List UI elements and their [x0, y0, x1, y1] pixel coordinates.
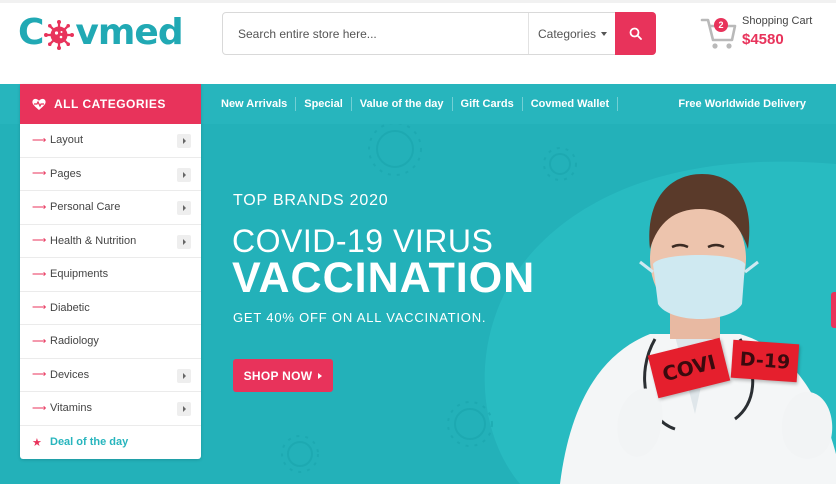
cart-label: Shopping Cart [742, 15, 813, 27]
category-label: Vitamins [50, 402, 92, 415]
deal-of-the-day-label: Deal of the day [50, 436, 129, 448]
hero-title-line2: VACCINATION [232, 254, 536, 302]
hero-subtitle: TOP BRANDS 2020 [233, 192, 389, 209]
categories-title: ALL CATEGORIES [54, 97, 166, 111]
category-label: Health & Nutrition [50, 234, 137, 247]
delivery-notice: Free Worldwide Delivery [678, 98, 806, 110]
virus-icon [44, 18, 75, 50]
category-item-layout[interactable]: ⟶ Layout [20, 124, 201, 158]
hero-offer: GET 40% OFF ON ALL VACCINATION. [233, 310, 487, 325]
category-item-diabetic[interactable]: ⟶ Diabetic [20, 292, 201, 325]
category-select[interactable]: Categories [528, 13, 616, 54]
covid-sign-right-text: D-19 [739, 348, 791, 374]
category-label: Radiology [50, 335, 99, 348]
category-label: Diabetic [50, 301, 90, 314]
page: C vmed Search entire store here... Categ… [0, 0, 836, 484]
chevron-right-icon[interactable] [177, 234, 191, 249]
category-label: Equipments [50, 268, 109, 281]
arrow-right-icon: ⟶ [32, 201, 47, 213]
chevron-right-icon[interactable] [177, 134, 191, 148]
search-button[interactable] [615, 12, 656, 55]
arrow-right-icon: ⟶ [32, 235, 47, 247]
top-border [0, 0, 836, 3]
site-header: C vmed Search entire store here... Categ… [0, 0, 836, 84]
search-input[interactable] [223, 13, 528, 54]
covid-sign-left-text: COVI [659, 349, 719, 387]
star-icon: ★ [32, 436, 42, 449]
arrow-right-icon: ⟶ [32, 369, 47, 381]
category-item-devices[interactable]: ⟶ Devices [20, 359, 201, 392]
covid-sign-right: D-19 [730, 339, 800, 383]
categories-header[interactable]: ALL CATEGORIES [20, 84, 201, 124]
category-item-equipments[interactable]: ⟶ Equipments [20, 258, 201, 292]
chevron-right-icon[interactable] [177, 402, 191, 416]
nav-link-gift-cards[interactable]: Gift Cards [453, 97, 523, 111]
chevron-down-icon [601, 31, 608, 36]
category-select-label: Categories [537, 26, 597, 41]
logo-prefix: C [18, 11, 44, 53]
search-icon [629, 27, 642, 40]
chevron-right-icon[interactable] [177, 368, 191, 383]
arrow-right-icon: ⟶ [32, 268, 47, 280]
nav-link-value-of-the-day[interactable]: Value of the day [352, 97, 453, 111]
side-tab[interactable] [831, 292, 836, 328]
category-item-health-nutrition[interactable]: ⟶ Health & Nutrition [20, 225, 201, 258]
category-item-radiology[interactable]: ⟶ Radiology [20, 325, 201, 359]
heart-pulse-icon [32, 98, 46, 110]
arrow-right-icon: ⟶ [32, 402, 47, 414]
arrow-right-icon: ⟶ [32, 302, 47, 314]
cart-count-badge: 2 [714, 18, 728, 32]
chevron-right-icon[interactable] [177, 167, 191, 182]
arrow-right-icon: ⟶ [32, 168, 47, 180]
chevron-right-icon[interactable] [177, 201, 191, 215]
nav-link-special[interactable]: Special [296, 97, 352, 111]
shop-now-button[interactable]: SHOP NOW [233, 359, 333, 392]
category-item-pages[interactable]: ⟶ Pages [20, 158, 201, 191]
arrow-right-icon: ⟶ [32, 134, 47, 146]
category-item-vitamins[interactable]: ⟶ Vitamins [20, 392, 201, 426]
category-label: Devices [50, 368, 90, 381]
cart-total: $4580 [742, 31, 784, 48]
category-item-personal-care[interactable]: ⟶ Personal Care [20, 191, 201, 225]
arrow-right-icon: ⟶ [32, 335, 47, 347]
category-label: Personal Care [50, 201, 121, 214]
site-logo[interactable]: C vmed [18, 10, 184, 54]
deal-of-the-day-link[interactable]: ★ Deal of the day [20, 426, 201, 459]
categories-panel: ALL CATEGORIES ⟶ Layout ⟶ Pages ⟶ Person… [20, 84, 201, 459]
nav-links: New Arrivals Special Value of the day Gi… [213, 84, 619, 124]
nav-link-covmed-wallet[interactable]: Covmed Wallet [523, 97, 619, 111]
shopping-cart[interactable]: 2 Shopping Cart $4580 [700, 12, 830, 57]
shop-now-label: SHOP NOW [243, 368, 313, 383]
search-bar: Categories [222, 12, 656, 55]
category-label: Pages [50, 167, 82, 180]
doctor-illustration [560, 174, 836, 484]
logo-suffix: vmed [75, 11, 183, 53]
chevron-right-icon [318, 372, 323, 379]
category-label: Layout [50, 134, 84, 147]
nav-link-new-arrivals[interactable]: New Arrivals [213, 97, 297, 111]
